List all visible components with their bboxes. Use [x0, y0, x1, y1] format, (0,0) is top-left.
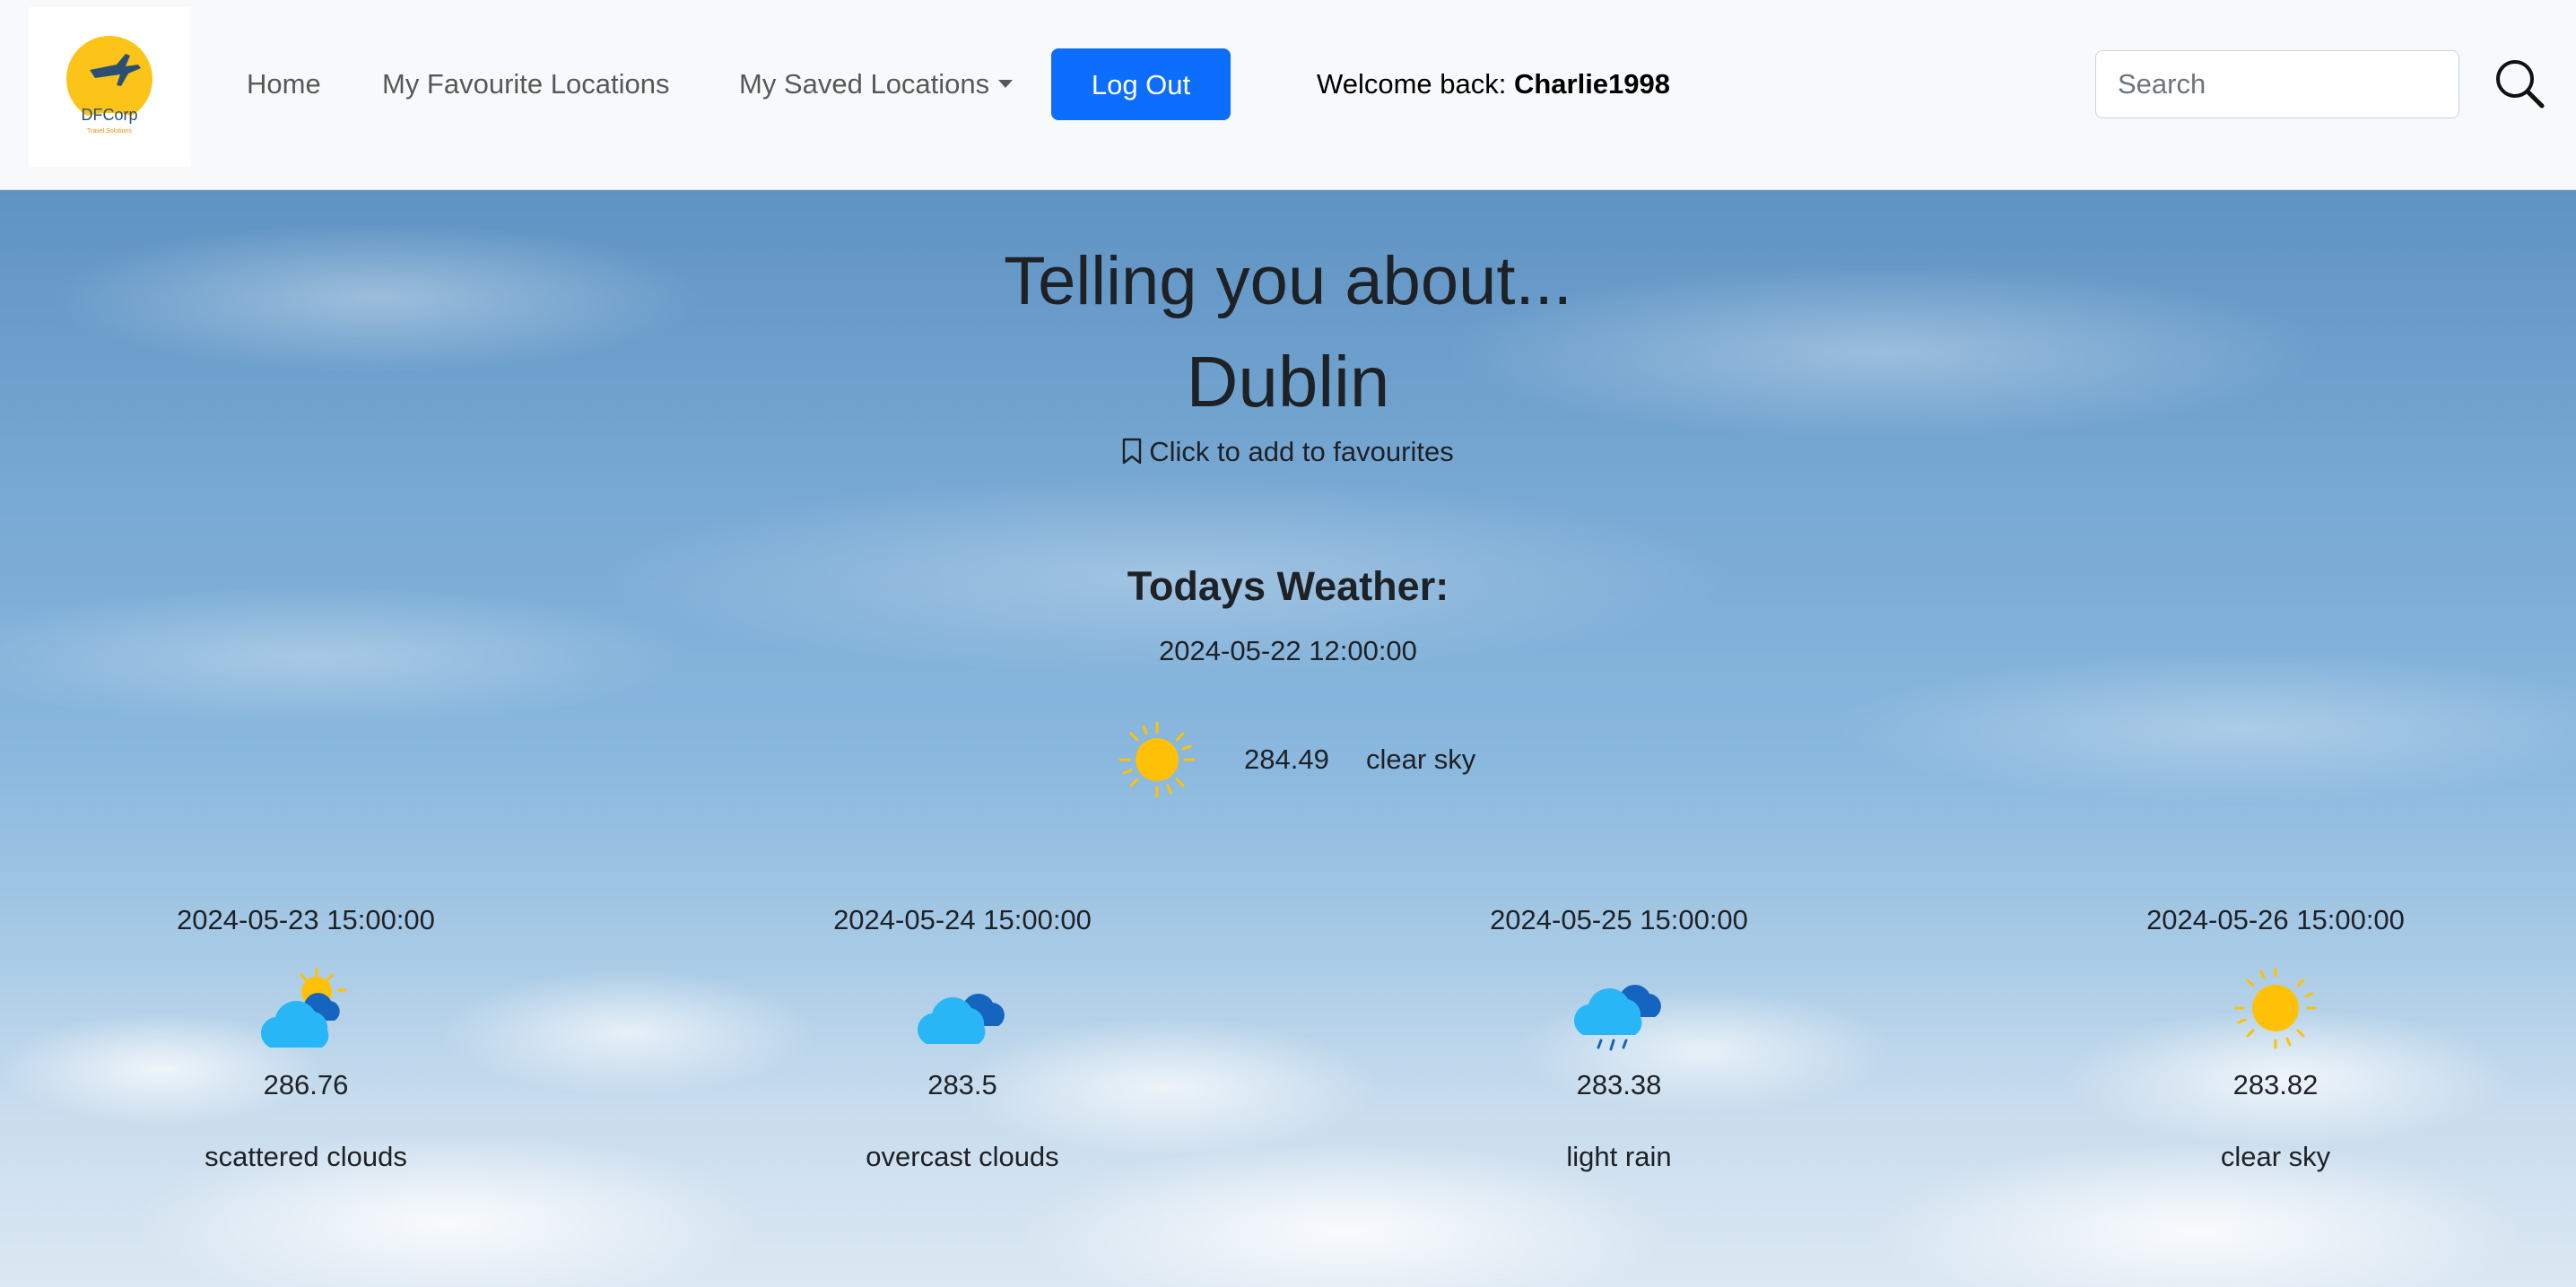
nav-saved-locations-label: My Saved Locations: [739, 68, 990, 100]
search-button[interactable]: [2493, 56, 2547, 113]
todays-description: clear sky: [1366, 744, 1476, 775]
nav-home-link[interactable]: Home: [247, 65, 321, 104]
navbar: DFCorp Travel Solutions Home My Favourit…: [0, 0, 2576, 190]
todays-weather-summary: 284.49 clear sky: [1117, 719, 1565, 800]
forecast-description: light rain: [1566, 1141, 1672, 1172]
bookmark-icon: [1123, 438, 1142, 465]
nav-favourite-locations-link[interactable]: My Favourite Locations: [382, 65, 669, 104]
overcast-cloud-icon: [918, 994, 1005, 1044]
add-to-favourites-label: Click to add to favourites: [1149, 436, 1454, 467]
dfcorp-logo-icon: DFCorp Travel Solutions: [66, 36, 152, 135]
forecast-day: 2024-05-24 15:00:00 283.5 overcast cloud…: [738, 900, 1187, 1177]
partly-cloudy-icon: [261, 967, 347, 1048]
search-input[interactable]: [2095, 50, 2459, 118]
forecast-day: 2024-05-25 15:00:00 283.38 light rain: [1395, 900, 1843, 1177]
forecast-description: overcast clouds: [866, 1141, 1059, 1172]
search-icon: [2496, 60, 2545, 109]
sun-icon: [1118, 721, 1196, 798]
username: Charlie1998: [1513, 68, 1671, 100]
forecast-datetime: 2024-05-25 15:00:00: [1490, 904, 1748, 935]
todays-weather-heading: Todays Weather:: [1127, 563, 1449, 609]
forecast-day: 2024-05-26 15:00:00 283.82 clear sky: [2051, 900, 2500, 1177]
forecast-description: scattered clouds: [205, 1141, 407, 1172]
weather-hero: Telling you about... Dublin Click to add…: [0, 190, 2576, 1287]
welcome-message: Welcome back: Charlie1998: [1317, 65, 1670, 104]
forecast-temperature: 283.82: [2232, 1069, 2319, 1100]
add-favourite-row: Click to add to favourites: [0, 432, 2576, 472]
forecast-datetime: 2024-05-26 15:00:00: [2146, 904, 2405, 935]
add-to-favourites-link[interactable]: Click to add to favourites: [1122, 432, 1454, 472]
welcome-prefix: Welcome back:: [1317, 68, 1514, 100]
chevron-down-icon: [998, 80, 1014, 88]
forecast-temperature: 283.38: [1576, 1069, 1662, 1100]
todays-weather-datetime: 2024-05-22 12:00:00: [1159, 635, 1417, 666]
page-heading: Telling you about...: [1004, 243, 1572, 319]
brand-logo[interactable]: DFCorp Travel Solutions: [29, 7, 190, 167]
svg-text:DFCorp: DFCorp: [81, 106, 137, 124]
forecast-day: 2024-05-23 15:00:00 286.76 scattered clo…: [82, 900, 530, 1177]
nav-saved-locations-dropdown[interactable]: My Saved Locations: [739, 65, 1014, 104]
forecast-temperature: 283.5: [927, 1069, 997, 1100]
forecast-datetime: 2024-05-23 15:00:00: [177, 904, 435, 935]
city-name: Dublin: [1186, 342, 1390, 422]
rain-cloud-icon: [1574, 985, 1661, 1051]
todays-temperature: 284.49: [1244, 744, 1329, 775]
forecast-datetime: 2024-05-24 15:00:00: [833, 904, 1092, 935]
forecast-description: clear sky: [2220, 1141, 2331, 1172]
forecast-temperature: 286.76: [263, 1069, 349, 1100]
svg-text:Travel Solutions: Travel Solutions: [87, 128, 132, 135]
sun-icon: [2234, 967, 2317, 1049]
logout-button[interactable]: Log Out: [1051, 48, 1231, 120]
